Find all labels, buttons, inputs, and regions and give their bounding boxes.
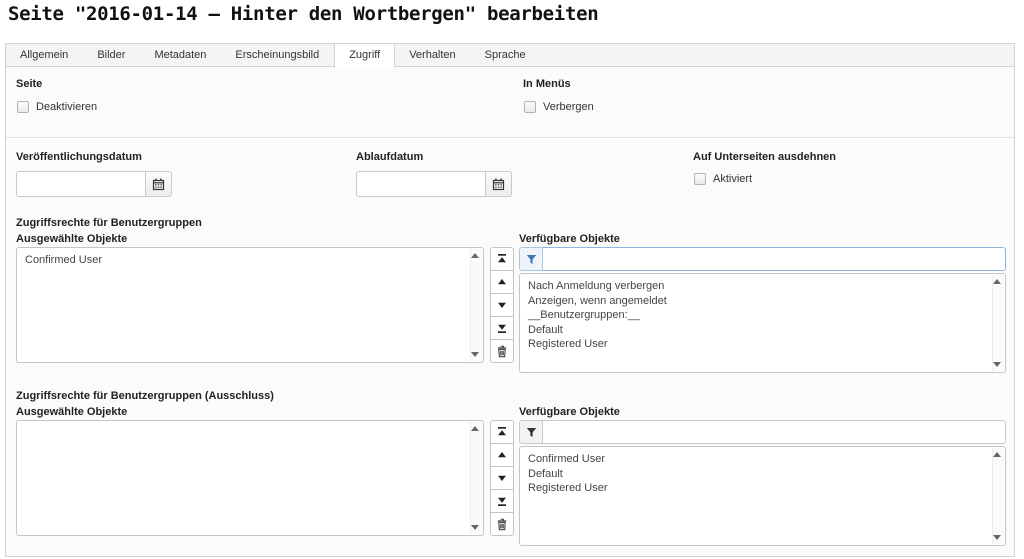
- access-exclude-available-items: Confirmed UserDefaultRegistered User: [520, 447, 991, 545]
- access-available-listbox[interactable]: Nach Anmeldung verbergenAnzeigen, wenn a…: [519, 273, 1006, 373]
- move-up-button[interactable]: [490, 270, 514, 294]
- trash-icon: [496, 345, 508, 358]
- filter-icon: [526, 254, 537, 265]
- move-down-button[interactable]: [490, 293, 514, 317]
- tab-erscheinungsbild[interactable]: Erscheinungsbild: [221, 44, 334, 66]
- list-item[interactable]: Registered User: [520, 337, 991, 352]
- tab-allgemein[interactable]: Allgemein: [6, 44, 83, 66]
- deaktivieren-label: Deaktivieren: [36, 101, 97, 113]
- scroll-up-icon[interactable]: [471, 426, 479, 431]
- scrollbar[interactable]: [992, 275, 1004, 371]
- aktiviert-checkbox[interactable]: [694, 173, 706, 185]
- calendar-icon: [492, 178, 505, 191]
- scroll-up-icon[interactable]: [993, 452, 1001, 457]
- list-item[interactable]: Anzeigen, wenn angemeldet: [520, 294, 991, 309]
- list-item[interactable]: Default: [520, 323, 991, 338]
- access-selected-listbox[interactable]: Confirmed User: [16, 247, 484, 363]
- access-exclude-filter-input[interactable]: [543, 420, 1006, 444]
- tab-bilder[interactable]: Bilder: [83, 44, 140, 66]
- deaktivieren-checkbox[interactable]: [17, 101, 29, 113]
- filter-icon: [526, 427, 537, 438]
- move-down-icon: [496, 472, 508, 484]
- filter-button[interactable]: [519, 247, 543, 271]
- deaktivieren-checkbox-row[interactable]: Deaktivieren: [17, 101, 97, 113]
- list-item[interactable]: Registered User: [520, 481, 991, 496]
- list-item[interactable]: Confirmed User: [17, 253, 469, 268]
- list-item[interactable]: Nach Anmeldung verbergen: [520, 279, 991, 294]
- aktiviert-checkbox-row[interactable]: Aktiviert: [694, 173, 752, 185]
- subpages-label: Auf Unterseiten ausdehnen: [693, 151, 836, 163]
- expire-date-picker-button[interactable]: [486, 171, 512, 197]
- expire-date-group: [356, 171, 512, 197]
- move-to-bottom-button[interactable]: [490, 316, 514, 340]
- scroll-down-icon[interactable]: [993, 535, 1001, 540]
- aktiviert-label: Aktiviert: [713, 173, 752, 185]
- access-exclude-filter-row: [519, 420, 1006, 444]
- access-selected-toolbar: [490, 247, 514, 363]
- filter-button[interactable]: [519, 420, 543, 444]
- move-to-top-button[interactable]: [490, 247, 514, 271]
- access-exclude-selected-items: [17, 421, 469, 535]
- page-title: Seite "2016-01-14 – Hinter den Wortberge…: [8, 3, 598, 25]
- access-available-label: Verfügbare Objekte: [519, 233, 620, 245]
- access-filter-input[interactable]: [543, 247, 1006, 271]
- expire-date-label: Ablaufdatum: [356, 151, 423, 163]
- delete-button[interactable]: [490, 512, 514, 536]
- list-item[interactable]: __Benutzergruppen:__: [520, 308, 991, 323]
- move-up-button[interactable]: [490, 443, 514, 467]
- publish-date-label: Veröffentlichungsdatum: [16, 151, 142, 163]
- section-label-seite: Seite: [16, 78, 42, 90]
- scroll-down-icon[interactable]: [993, 362, 1001, 367]
- scroll-down-icon[interactable]: [471, 352, 479, 357]
- access-exclude-available-label: Verfügbare Objekte: [519, 406, 620, 418]
- scrollbar[interactable]: [992, 448, 1004, 544]
- publish-date-group: [16, 171, 172, 197]
- edit-panel: Allgemein Bilder Metadaten Erscheinungsb…: [5, 43, 1015, 557]
- move-to-bottom-icon: [496, 322, 508, 334]
- delete-button[interactable]: [490, 339, 514, 363]
- tab-verhalten[interactable]: Verhalten: [395, 44, 470, 66]
- access-available-items: Nach Anmeldung verbergenAnzeigen, wenn a…: [520, 274, 991, 372]
- access-selected-items: Confirmed User: [17, 248, 469, 362]
- expire-date-input[interactable]: [356, 171, 486, 197]
- list-item[interactable]: Default: [520, 467, 991, 482]
- access-groups-title: Zugriffsrechte für Benutzergruppen: [16, 217, 202, 229]
- access-exclude-selected-label: Ausgewählte Objekte: [16, 406, 127, 418]
- move-up-icon: [496, 276, 508, 288]
- section-label-in-menus: In Menüs: [523, 78, 571, 90]
- move-to-top-icon: [496, 253, 508, 265]
- publish-date-input[interactable]: [16, 171, 146, 197]
- move-to-top-button[interactable]: [490, 420, 514, 444]
- move-down-icon: [496, 299, 508, 311]
- access-filter-row: [519, 247, 1006, 271]
- section-divider: [6, 137, 1014, 138]
- tab-bar: Allgemein Bilder Metadaten Erscheinungsb…: [5, 43, 1015, 67]
- access-selected-label: Ausgewählte Objekte: [16, 233, 127, 245]
- access-exclude-title: Zugriffsrechte für Benutzergruppen (Auss…: [16, 390, 274, 402]
- verbergen-checkbox-row[interactable]: Verbergen: [524, 101, 594, 113]
- access-exclude-available-listbox[interactable]: Confirmed UserDefaultRegistered User: [519, 446, 1006, 546]
- scrollbar[interactable]: [470, 249, 482, 361]
- move-up-icon: [496, 449, 508, 461]
- access-exclude-selected-listbox[interactable]: [16, 420, 484, 536]
- move-to-bottom-button[interactable]: [490, 489, 514, 513]
- tab-zugriff[interactable]: Zugriff: [334, 43, 395, 68]
- list-item[interactable]: Confirmed User: [520, 452, 991, 467]
- verbergen-checkbox[interactable]: [524, 101, 536, 113]
- tab-metadaten[interactable]: Metadaten: [140, 44, 221, 66]
- trash-icon: [496, 518, 508, 531]
- verbergen-label: Verbergen: [543, 101, 594, 113]
- move-to-bottom-icon: [496, 495, 508, 507]
- move-down-button[interactable]: [490, 466, 514, 490]
- scrollbar[interactable]: [470, 422, 482, 534]
- tab-sprache[interactable]: Sprache: [471, 44, 541, 66]
- calendar-icon: [152, 178, 165, 191]
- access-exclude-toolbar: [490, 420, 514, 536]
- publish-date-picker-button[interactable]: [146, 171, 172, 197]
- move-to-top-icon: [496, 426, 508, 438]
- scroll-up-icon[interactable]: [471, 253, 479, 258]
- tab-content-zugriff: Seite Deaktivieren In Menüs Verbergen Ve…: [5, 67, 1015, 557]
- scroll-down-icon[interactable]: [471, 525, 479, 530]
- scroll-up-icon[interactable]: [993, 279, 1001, 284]
